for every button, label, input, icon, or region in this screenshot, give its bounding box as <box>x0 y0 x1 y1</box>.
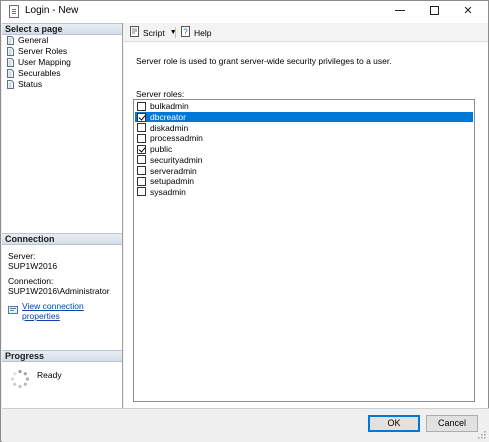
progress-spinner-icon <box>10 369 30 389</box>
nav-item-securables[interactable]: Securables <box>6 68 61 79</box>
role-row-securityadmin[interactable]: securityadmin <box>135 155 473 166</box>
view-connection-properties-link[interactable]: View connection properties <box>22 301 122 321</box>
role-checkbox[interactable] <box>137 155 146 165</box>
page-icon <box>6 36 15 45</box>
role-checkbox[interactable] <box>137 144 146 154</box>
document-icon <box>9 5 19 18</box>
nav-item-label: Securables <box>18 68 61 78</box>
nav-item-general[interactable]: General <box>6 35 48 46</box>
nav-item-status[interactable]: Status <box>6 79 42 90</box>
connection-label: Connection: <box>8 276 54 286</box>
title-bar[interactable]: Login - New ✕ <box>1 1 488 23</box>
nav-item-label: General <box>18 35 49 45</box>
nav-item-label: User Mapping <box>18 57 71 67</box>
server-value: SUP1W2016 <box>8 261 58 271</box>
role-row-public[interactable]: public <box>135 144 473 155</box>
toolbar: Script ▼ ? Help <box>124 23 488 42</box>
server-label: Server: <box>8 251 36 261</box>
nav-item-server-roles[interactable]: Server Roles <box>6 46 67 57</box>
close-icon: ✕ <box>463 5 473 17</box>
page-icon <box>6 47 15 56</box>
main-pane: Script ▼ ? Help Server role is used to g… <box>124 23 488 408</box>
help-icon: ? <box>180 26 191 39</box>
minimize-button[interactable] <box>383 1 417 23</box>
connection-header: Connection <box>2 233 122 245</box>
role-name: securityadmin <box>150 154 203 165</box>
role-row-serveradmin[interactable]: serveradmin <box>135 165 473 176</box>
role-row-setupadmin[interactable]: setupadmin <box>135 176 473 187</box>
maximize-button[interactable] <box>417 1 451 23</box>
script-label: Script <box>143 27 165 38</box>
ok-button[interactable]: OK <box>368 415 420 432</box>
role-name: bulkadmin <box>150 101 189 112</box>
role-checkbox[interactable] <box>137 101 146 111</box>
script-button[interactable]: Script ▼ <box>129 26 177 39</box>
role-row-bulkadmin[interactable]: bulkadmin <box>135 101 473 112</box>
help-button[interactable]: ? Help <box>180 26 211 39</box>
role-checkbox[interactable] <box>137 112 146 122</box>
help-label: Help <box>194 27 212 38</box>
progress-header: Progress <box>2 350 122 362</box>
role-checkbox[interactable] <box>137 166 146 176</box>
close-button[interactable]: ✕ <box>451 1 485 23</box>
minimize-icon <box>395 9 405 11</box>
role-name: diskadmin <box>150 122 189 133</box>
role-name: setupadmin <box>150 176 194 187</box>
nav-item-label: Status <box>18 79 43 89</box>
role-checkbox[interactable] <box>137 133 146 143</box>
server-roles-list[interactable]: bulkadmin dbcreator diskadmin processadm… <box>133 99 475 402</box>
resize-grip-icon[interactable] <box>478 431 486 439</box>
svg-text:?: ? <box>183 28 188 37</box>
page-icon <box>6 69 15 78</box>
role-name: serveradmin <box>150 165 197 176</box>
login-dialog-window: Login - New ✕ Select a page General Serv… <box>0 0 489 442</box>
page-icon <box>6 80 15 89</box>
role-checkbox[interactable] <box>137 187 146 197</box>
maximize-icon <box>429 5 439 15</box>
left-pane: Select a page General Server Roles User … <box>2 23 123 408</box>
role-name: processadmin <box>150 133 203 144</box>
page-icon <box>6 58 15 67</box>
page-description: Server role is used to grant server-wide… <box>136 56 392 66</box>
connection-properties-icon <box>8 305 18 317</box>
select-page-header: Select a page <box>2 23 122 35</box>
progress-status: Ready <box>37 370 62 380</box>
role-row-dbcreator[interactable]: dbcreator <box>135 111 473 123</box>
connection-value: SUP1W2016\Administrator <box>8 286 110 296</box>
nav-item-label: Server Roles <box>18 46 68 56</box>
script-icon <box>129 26 140 39</box>
toolbar-separator <box>175 27 176 38</box>
role-checkbox[interactable] <box>137 123 146 133</box>
window-title: Login - New <box>25 5 79 16</box>
role-name: sysadmin <box>150 186 186 197</box>
role-row-diskadmin[interactable]: diskadmin <box>135 122 473 133</box>
role-checkbox[interactable] <box>137 176 146 186</box>
cancel-button[interactable]: Cancel <box>426 415 478 432</box>
nav-item-user-mapping[interactable]: User Mapping <box>6 57 71 68</box>
view-connection-properties[interactable]: View connection properties <box>8 301 122 321</box>
role-row-processadmin[interactable]: processadmin <box>135 133 473 144</box>
role-name: public <box>150 144 173 155</box>
server-roles-label: Server roles: <box>136 89 185 99</box>
role-name: dbcreator <box>150 112 186 123</box>
dialog-footer: OK Cancel <box>2 408 489 442</box>
role-row-sysadmin[interactable]: sysadmin <box>135 187 473 198</box>
